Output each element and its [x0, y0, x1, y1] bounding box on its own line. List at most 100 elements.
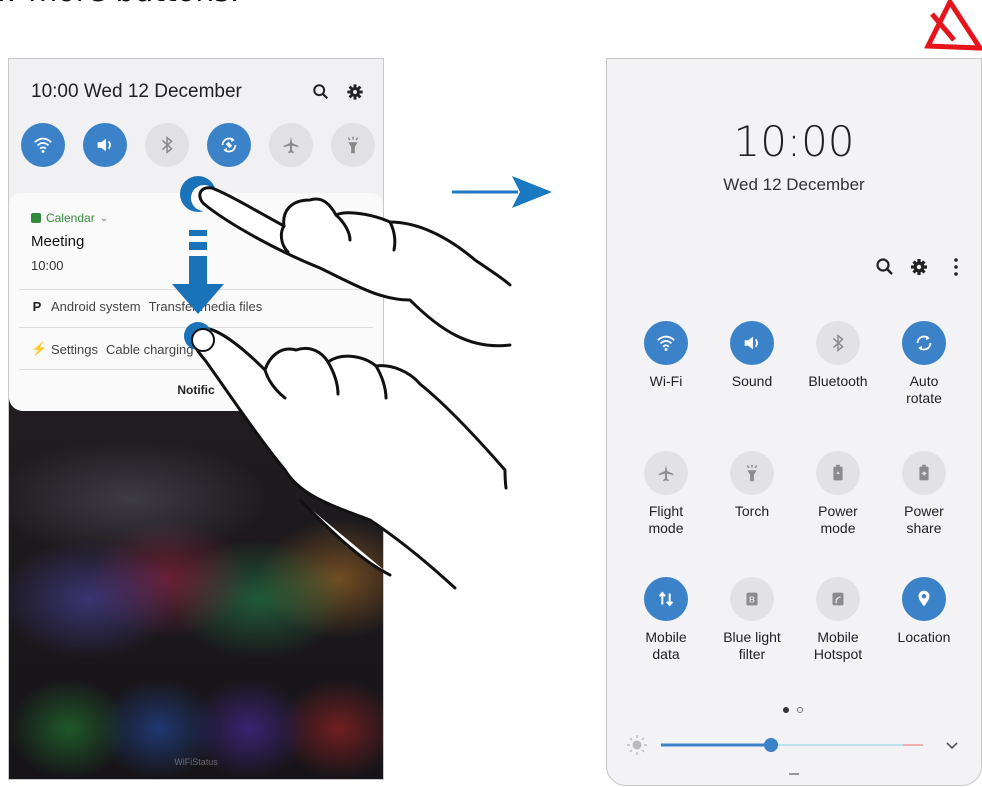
power-mode-icon [833, 464, 843, 481]
panel-drag-handle[interactable] [789, 773, 799, 775]
location-icon [918, 590, 930, 607]
notification-settings-footer[interactable]: Notific [9, 383, 383, 397]
panel-toolbar [876, 258, 958, 276]
tile-wifi[interactable]: Wi-Fi [624, 321, 708, 390]
tile-label: Power share [904, 503, 944, 536]
corner-mark-icon [924, 0, 982, 51]
tile-label: Auto rotate [906, 373, 942, 406]
android-system-notification[interactable]: P Android system Transfer media files [31, 299, 263, 314]
tile-label: Flight mode [648, 503, 684, 536]
mobile-data-icon [658, 591, 674, 607]
arrow-right-icon [452, 176, 552, 208]
android-system-app: Android system [51, 299, 141, 314]
lightning-icon: ⚡ [31, 341, 48, 356]
gear-icon [911, 259, 927, 275]
chevron-down-icon [946, 742, 958, 750]
quick-toggle-row [21, 123, 375, 169]
brightness-thumb [764, 738, 779, 752]
brightness-slider[interactable] [627, 733, 967, 757]
wifi-toggle[interactable] [21, 123, 65, 167]
tile-blue-light[interactable]: B Blue light filter [710, 577, 794, 663]
settings-text: Cable charging [105, 341, 194, 357]
auto-rotate-icon [916, 335, 932, 351]
tile-power-mode[interactable]: Power mode [796, 451, 880, 537]
panel-time-date: 10:00 Wed 12 December [31, 81, 242, 102]
tile-power-share[interactable]: Power share [882, 451, 966, 537]
page-dot [797, 707, 803, 713]
torch-icon [746, 464, 758, 482]
location-tile-button[interactable] [902, 577, 946, 621]
tile-airplane[interactable]: Flight mode [624, 451, 708, 537]
background-label: WiFiStatus [174, 757, 218, 767]
sound-tile-button[interactable] [730, 321, 774, 365]
auto-rotate-toggle[interactable] [207, 123, 251, 167]
airplane-toggle[interactable] [269, 123, 313, 167]
sound-toggle[interactable] [83, 123, 127, 167]
tile-torch[interactable]: Torch [710, 451, 794, 520]
tile-hotspot[interactable]: Mobile Hotspot [796, 577, 880, 663]
search-icon [876, 258, 893, 275]
expanded-date: Wed 12 December [723, 175, 865, 194]
blue-light-icon: B [746, 592, 758, 606]
tile-label: Sound [731, 373, 773, 389]
tile-label: Bluetooth [808, 373, 868, 389]
tile-auto-rotate[interactable]: Auto rotate [882, 321, 966, 407]
wifi-icon [34, 137, 52, 153]
left-phone-screen: WiFiStatus 10:00 Wed 12 December Calenda… [8, 58, 384, 780]
divider [19, 369, 373, 370]
tile-mobile-data[interactable]: Mobile data [624, 577, 708, 663]
wifi-icon [657, 335, 675, 351]
tile-bluetooth[interactable]: Bluetooth [796, 321, 880, 390]
auto-rotate-icon [221, 137, 237, 153]
blue-light-tile-button[interactable]: B [730, 577, 774, 621]
android-system-text: Transfer media files [148, 299, 263, 314]
divider [19, 289, 373, 290]
tile-label: Blue light filter [723, 629, 781, 662]
sun-icon [627, 735, 647, 755]
android-system-icon: P [32, 299, 42, 314]
bluetooth-icon [832, 334, 844, 352]
chevron-down-icon[interactable]: ⌄ [100, 213, 108, 224]
torch-icon [347, 136, 359, 154]
mobile-data-tile-button[interactable] [644, 577, 688, 621]
power-share-tile-button[interactable] [902, 451, 946, 495]
expanded-time: 10:00 [733, 117, 855, 166]
airplane-tile-button[interactable] [644, 451, 688, 495]
torch-tile-button[interactable] [730, 451, 774, 495]
divider [19, 327, 373, 328]
power-mode-tile-button[interactable] [816, 451, 860, 495]
calendar-icon [31, 213, 41, 223]
more-options-icon [954, 258, 958, 276]
right-phone-screen: 10:00 Wed 12 December Wi-Fi Sound Bluetoot… [606, 58, 982, 786]
bluetooth-tile-button[interactable] [816, 321, 860, 365]
tile-label: Wi-Fi [649, 373, 683, 389]
tile-label: Mobile data [645, 629, 687, 662]
svg-text:B: B [749, 596, 755, 605]
hotspot-tile-button[interactable] [816, 577, 860, 621]
settings-notification[interactable]: ⚡ Settings Cable charging [31, 341, 193, 357]
tile-label: Torch [734, 503, 770, 519]
power-share-icon [919, 464, 929, 481]
tile-label: Power mode [818, 503, 858, 536]
torch-toggle[interactable] [331, 123, 375, 167]
sound-icon [97, 138, 111, 152]
settings-app: Settings [51, 341, 98, 357]
tile-label: Location [897, 629, 951, 645]
airplane-icon [658, 464, 674, 482]
bluetooth-icon [161, 136, 173, 154]
notification-title[interactable]: Meeting [31, 233, 84, 250]
notification-time: 10:00 [31, 258, 64, 273]
page-indicator[interactable] [783, 707, 803, 713]
tile-label: Mobile Hotspot [813, 629, 863, 662]
search-icon[interactable] [312, 83, 330, 101]
tile-location[interactable]: Location [882, 577, 966, 646]
auto-rotate-tile-button[interactable] [902, 321, 946, 365]
wifi-tile-button[interactable] [644, 321, 688, 365]
notification-list: Calendar ⌄ Meeting 10:00 P Android syste… [9, 193, 383, 411]
caption-text: w more buttons. [0, 0, 239, 9]
bluetooth-toggle[interactable] [145, 123, 189, 167]
tile-sound[interactable]: Sound [710, 321, 794, 390]
gear-icon[interactable] [346, 83, 364, 101]
calendar-app-name: Calendar [46, 211, 95, 225]
calendar-notification-app[interactable]: Calendar ⌄ [31, 211, 108, 225]
